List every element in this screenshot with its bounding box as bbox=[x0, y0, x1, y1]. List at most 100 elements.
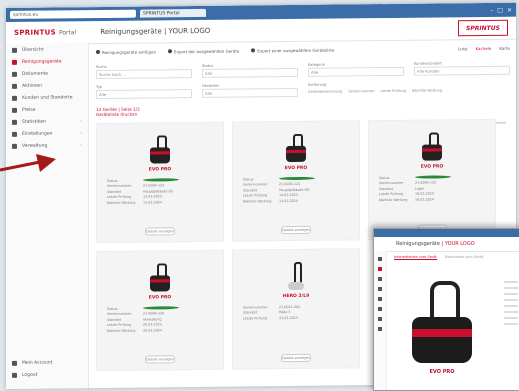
detail-window-preview: Reinigungsgeräte | YOUR LOGO Information… bbox=[373, 228, 519, 391]
sorting-radios: Gerätebezeichnung Seriennummer Letzte Pr… bbox=[308, 86, 510, 95]
details-button[interactable]: Details anzeigen bbox=[145, 355, 175, 364]
inset-header: Reinigungsgeräte | YOUR LOGO bbox=[374, 237, 519, 252]
page-title: Reinigungsgeräte | YOUR LOGO bbox=[100, 26, 211, 37]
sidebar-bottom: Mein Account Logout bbox=[6, 356, 88, 381]
sort-option[interactable]: Letzte Prüfung bbox=[380, 88, 406, 92]
filter-panel: Suche Suche nach ... Status Alle Kategorie… bbox=[96, 61, 510, 100]
window-controls: – □ × bbox=[490, 6, 512, 13]
sort-option[interactable]: Nächste Wartung bbox=[412, 88, 442, 92]
sort-option[interactable]: Seriennummer bbox=[348, 89, 374, 93]
device-details: Status Seriennummer 21-0004-124 Standort H… bbox=[243, 175, 349, 204]
device-card[interactable]: EVO PRO Status Seriennummer 21-0004-124 S… bbox=[232, 120, 360, 242]
sidebar-item-kunden[interactable]: Kunden und Standorte bbox=[6, 91, 88, 104]
vacuum-image bbox=[284, 132, 308, 163]
pointer-arrow bbox=[0, 154, 56, 172]
device-details: Seriennummer 21-0011-002 Standort Halle 3 … bbox=[243, 304, 301, 321]
sidebar-item-account[interactable]: Mein Account bbox=[6, 356, 88, 369]
vacuum-image bbox=[420, 130, 444, 161]
close-icon[interactable]: × bbox=[507, 6, 512, 13]
inset-tabs: Informationen zum Gerät Dokumente zum Ge… bbox=[394, 255, 483, 260]
filter-status: Status Alle bbox=[202, 63, 298, 78]
device-card[interactable]: EVO PRO Status Seriennummer 21-0004-125 S… bbox=[368, 118, 496, 241]
inset-detail-lines bbox=[504, 277, 518, 329]
view-list-button[interactable]: Liste bbox=[458, 46, 467, 51]
view-switcher: Liste Kacheln Karte bbox=[458, 45, 510, 51]
device-details: Status Seriennummer 21-0004-123 Standort H… bbox=[107, 177, 213, 206]
chevron-down-icon: › bbox=[80, 118, 82, 124]
document-icon bbox=[12, 71, 17, 77]
view-tiles-button[interactable]: Kacheln bbox=[475, 45, 491, 50]
device-icon bbox=[12, 59, 17, 65]
app-header: SPRINTUS Portal Reinigungsgeräte | YOUR … bbox=[6, 16, 516, 45]
sidebar-item-dokumente[interactable]: Dokumente bbox=[6, 67, 88, 80]
sidebar-item-statistiken[interactable]: Statistiken › bbox=[6, 115, 88, 128]
export-icon bbox=[251, 48, 256, 53]
browser-tab[interactable]: SPRINTUS Portal bbox=[140, 8, 206, 18]
status-ok-icon bbox=[143, 305, 181, 310]
filter-search: Suche Suche nach ... bbox=[96, 64, 192, 80]
device-name: EVO PRO bbox=[148, 295, 172, 301]
customer-select[interactable]: Alle Kunden bbox=[414, 65, 510, 76]
address-bar[interactable]: sprintus.eu bbox=[10, 9, 136, 19]
manufacturer-select[interactable]: Alle bbox=[202, 87, 298, 98]
status-ok-icon bbox=[143, 177, 181, 182]
portal-label: Portal bbox=[58, 28, 77, 36]
sidebar-item-reinigungsgeraete[interactable]: Reinigungsgeräte bbox=[6, 55, 88, 68]
status-ok-icon bbox=[279, 176, 317, 180]
device-name: HERO 2/L9 bbox=[282, 293, 310, 300]
device-details: Status Seriennummer 21-0004-126 Standort V… bbox=[107, 305, 213, 334]
add-device-button[interactable]: Reinigungsgeräte einfügen bbox=[96, 49, 156, 55]
details-button[interactable]: Details anzeigen bbox=[281, 225, 311, 235]
filter-customer: Kundenstandort Alle Kunden bbox=[414, 61, 510, 76]
inset-title: Reinigungsgeräte | YOUR LOGO bbox=[396, 241, 475, 247]
device-card[interactable]: EVO PRO Status Seriennummer 21-0004-126 S… bbox=[96, 249, 224, 372]
view-map-button[interactable]: Karte bbox=[499, 45, 510, 50]
settings-icon bbox=[12, 131, 17, 137]
logout-icon bbox=[12, 372, 17, 378]
export-icon bbox=[168, 49, 173, 54]
device-card[interactable]: HERO 2/L9 Seriennummer 21-0011-002 Stando… bbox=[232, 248, 360, 370]
floor-machine-image bbox=[284, 260, 308, 291]
inset-browser-chrome bbox=[374, 229, 519, 237]
sidebar-item-preise[interactable]: Preise bbox=[6, 103, 88, 116]
device-card[interactable]: EVO PRO Status Seriennummer 21-0004-123 S… bbox=[96, 121, 224, 244]
sprintus-logo[interactable]: SPRINTUS bbox=[14, 28, 56, 36]
sidebar-item-einstellungen[interactable]: Einstellungen › bbox=[6, 127, 88, 140]
sort-option[interactable]: Gerätebezeichnung bbox=[308, 89, 342, 93]
chevron-down-icon: › bbox=[80, 130, 82, 136]
sidebar-item-aktionen[interactable]: Aktionen bbox=[6, 79, 88, 92]
home-icon bbox=[12, 47, 17, 53]
details-button[interactable]: Details anzeigen bbox=[281, 353, 311, 363]
filter-manufacturer: Hersteller Alle bbox=[202, 83, 298, 98]
sidebar: Übersicht Reinigungsgeräte Dokumente Akt… bbox=[6, 43, 89, 389]
export-selected-button[interactable]: Export der ausgewählten Geräte bbox=[168, 48, 239, 54]
status-ok-icon bbox=[415, 175, 453, 179]
export-list-button[interactable]: Export einer ausgewählten Geräteliste bbox=[251, 47, 334, 53]
sorting-group: Sortierung Gerätebezeichnung Seriennumme… bbox=[308, 81, 510, 97]
type-select[interactable]: Alle bbox=[96, 89, 192, 100]
device-name: EVO PRO bbox=[420, 164, 444, 170]
status-select[interactable]: Alle bbox=[202, 67, 298, 78]
vacuum-image bbox=[148, 133, 172, 164]
inset-product-name: EVO PRO bbox=[429, 369, 455, 375]
people-icon bbox=[12, 95, 17, 101]
price-icon bbox=[12, 107, 17, 113]
device-details: Status Seriennummer 21-0004-125 Standort L… bbox=[379, 174, 485, 203]
sidebar-item-logout[interactable]: Logout bbox=[6, 368, 88, 381]
action-icon bbox=[12, 83, 17, 89]
sidebar-item-uebersicht[interactable]: Übersicht bbox=[6, 43, 88, 56]
device-name: EVO PRO bbox=[148, 167, 172, 173]
tab-device-info[interactable]: Informationen zum Gerät bbox=[394, 255, 437, 260]
maximize-icon[interactable]: □ bbox=[497, 6, 503, 13]
search-input[interactable]: Suche nach ... bbox=[96, 69, 192, 80]
brand-badge: SPRINTUS bbox=[458, 19, 508, 37]
tab-device-docs[interactable]: Dokumente zum Gerät bbox=[445, 255, 484, 260]
user-icon bbox=[12, 360, 17, 366]
category-select[interactable]: Alle bbox=[308, 66, 404, 77]
details-button[interactable]: Details anzeigen bbox=[145, 227, 175, 236]
chart-icon bbox=[12, 119, 17, 125]
minimize-icon[interactable]: – bbox=[490, 6, 493, 13]
chevron-down-icon: › bbox=[80, 142, 82, 148]
device-name: EVO PRO bbox=[284, 165, 308, 172]
filter-type: Typ Alle bbox=[96, 84, 192, 100]
